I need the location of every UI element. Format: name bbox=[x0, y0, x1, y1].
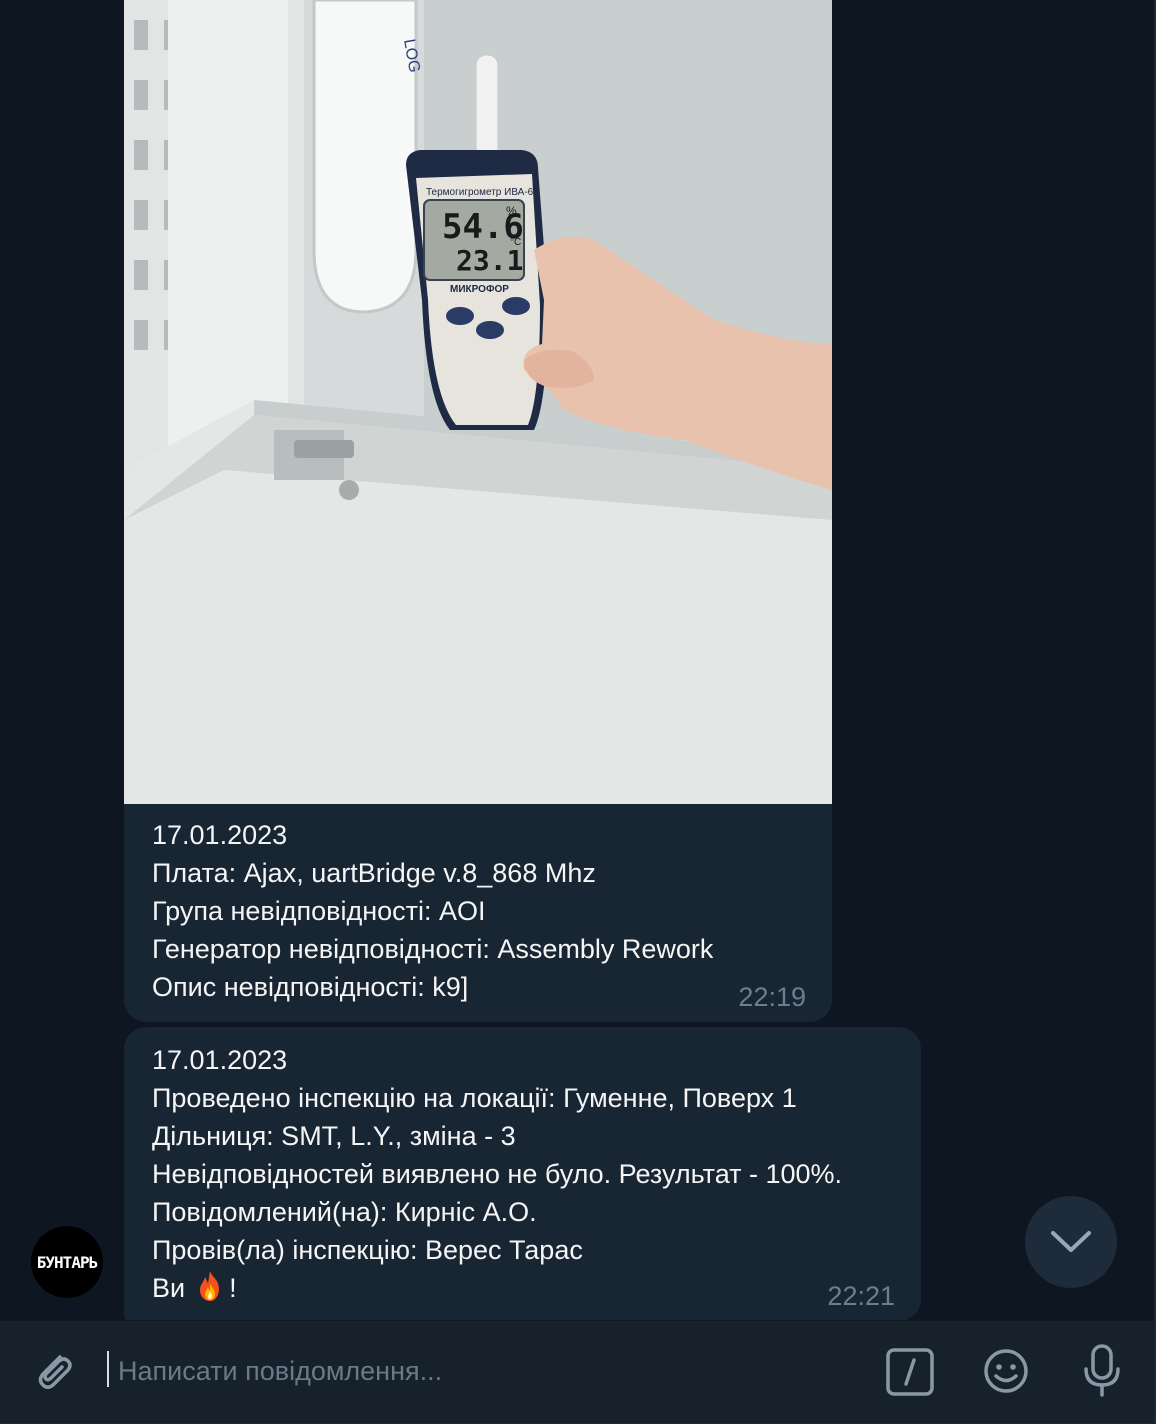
message-line: Ви ! bbox=[152, 1269, 893, 1307]
fire-emoji-icon bbox=[200, 1271, 220, 1301]
temperature-unit: °C bbox=[510, 237, 521, 248]
message-composer bbox=[0, 1320, 1154, 1423]
message-bubble[interactable]: 17.01.2023 Проведено інспекцію на локаці… bbox=[124, 1027, 921, 1321]
chevron-down-icon bbox=[1051, 1231, 1091, 1252]
message-line: Опис невідповідності: k9] bbox=[152, 972, 469, 1002]
message-timestamp: 22:21 bbox=[827, 1281, 895, 1311]
message-line: Група невідповідності: AOI bbox=[152, 896, 486, 926]
message-input[interactable] bbox=[116, 1348, 860, 1394]
emoji-icon[interactable] bbox=[982, 1347, 1030, 1395]
temperature-reading: 23.1 bbox=[456, 244, 523, 277]
humidity-unit: % bbox=[506, 204, 517, 218]
paperclip-icon[interactable] bbox=[30, 1347, 78, 1395]
device-title: Термогигрометр ИВА-6 bbox=[426, 187, 534, 198]
bot-commands-icon[interactable] bbox=[885, 1347, 935, 1397]
brand-label: МИКРОФОР bbox=[450, 284, 509, 295]
message-line: Повідомлений(на): Кирніс А.О. bbox=[152, 1197, 537, 1227]
message-line: Проведено інспекцію на локації: Гуменне,… bbox=[152, 1083, 797, 1113]
message-line: Дільниця: SMT, L.Y., зміна - 3 bbox=[152, 1121, 516, 1151]
message-bubble[interactable]: 17.01.2023 Плата: Ajax, uartBridge v.8_8… bbox=[124, 804, 832, 1022]
scroll-to-bottom-button[interactable] bbox=[1025, 1196, 1117, 1288]
closing-punctuation: ! bbox=[229, 1273, 237, 1303]
text-caret bbox=[107, 1351, 109, 1387]
closing-text: Ви bbox=[152, 1273, 186, 1303]
message-line: Невідповідностей виявлено не було. Резул… bbox=[152, 1159, 843, 1189]
microphone-icon[interactable] bbox=[1080, 1343, 1124, 1399]
message-line: Провів(ла) інспекцію: Верес Тарас bbox=[152, 1235, 583, 1265]
avatar[interactable]: БУНТАРЬ bbox=[31, 1226, 103, 1298]
message-line: Генератор невідповідності: Assembly Rewo… bbox=[152, 934, 714, 964]
message-line: 17.01.2023 bbox=[152, 1045, 288, 1075]
message-photo[interactable]: LOG Термогигрометр ИВА-6 54.6 % 23.1 °C … bbox=[124, 0, 832, 804]
avatar-text: БУНТАРЬ bbox=[36, 1252, 98, 1272]
message-line: 17.01.2023 bbox=[152, 820, 288, 850]
thermohygrometer-photo: LOG Термогигрометр ИВА-6 54.6 % 23.1 °C … bbox=[124, 0, 832, 804]
chat-window: LOG Термогигрометр ИВА-6 54.6 % 23.1 °C … bbox=[0, 0, 1156, 1424]
message-timestamp: 22:19 bbox=[738, 982, 806, 1012]
message-line: Плата: Ajax, uartBridge v.8_868 Mhz bbox=[152, 858, 596, 888]
